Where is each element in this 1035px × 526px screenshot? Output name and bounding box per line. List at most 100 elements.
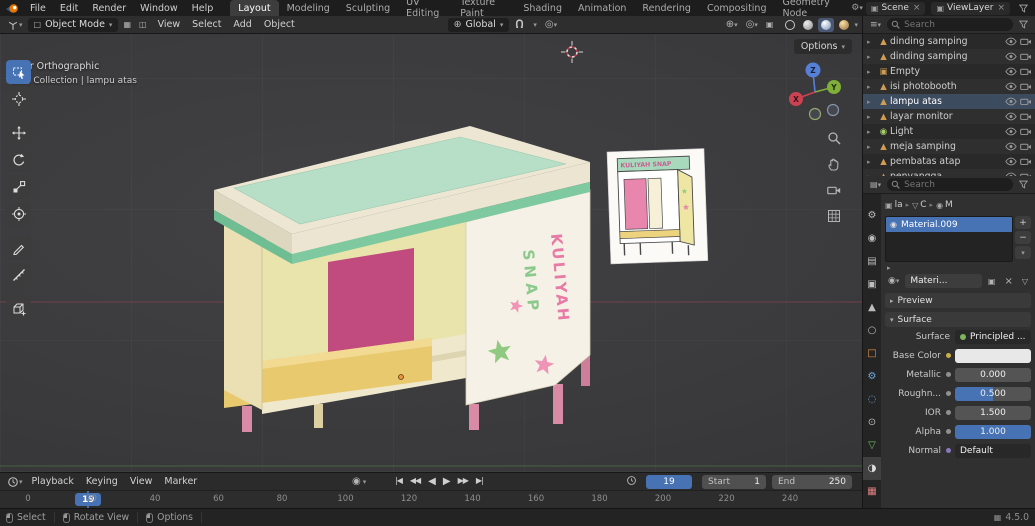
workspace-tab-geometry-node[interactable]: Geometry Node — [774, 0, 848, 19]
frame-end-field[interactable]: End 250 — [772, 475, 852, 489]
expand-arrow-icon[interactable]: ▸ — [867, 98, 877, 106]
outliner-row[interactable]: ▸ ▲ isi photobooth — [863, 79, 1035, 94]
scene-tab-icon[interactable]: ▲ — [863, 296, 881, 319]
workspace-tab-uv-editing[interactable]: UV Editing — [398, 0, 452, 19]
surface-shader-dropdown[interactable]: Principled ... — [955, 329, 1031, 344]
outliner-row[interactable]: ▸ ▲ dinding samping — [863, 34, 1035, 49]
properties-search-input[interactable] — [887, 178, 1013, 191]
shading-wireframe-icon[interactable] — [782, 18, 798, 32]
timeline-menu-marker[interactable]: Marker — [158, 476, 203, 487]
render-toggle[interactable] — [1018, 52, 1033, 61]
visibility-toggle[interactable] — [1003, 52, 1018, 61]
workspace-tab-shading[interactable]: Shading — [515, 0, 570, 16]
render-toggle[interactable] — [1018, 142, 1033, 151]
outliner-row[interactable]: ▸ ▲ penyangga — [863, 169, 1035, 176]
properties-filter-icon[interactable] — [1016, 180, 1031, 189]
timeline-menu-view[interactable]: View — [124, 476, 159, 487]
pan-hand-icon[interactable] — [825, 155, 843, 173]
workspace-tab-modeling[interactable]: Modeling — [279, 0, 338, 16]
visibility-toggle[interactable] — [1003, 157, 1018, 166]
material-slot[interactable]: ◉ Material.009 — [886, 217, 1012, 232]
texture-tab-icon[interactable]: ▦ — [863, 480, 881, 503]
visibility-toggle[interactable] — [1003, 142, 1018, 151]
expand-arrow-icon[interactable]: ▸ — [867, 83, 877, 91]
add-cube-tool[interactable] — [6, 297, 31, 321]
object-tab-icon[interactable]: □ — [863, 342, 881, 365]
visibility-toggle[interactable] — [1003, 127, 1018, 136]
render-tab-icon[interactable]: ◉ — [863, 227, 881, 250]
snap-magnet-icon[interactable] — [511, 19, 528, 30]
outliner-row[interactable]: ▸ ▲ dinding samping — [863, 49, 1035, 64]
mode-lock-icon[interactable]: ◫ — [136, 20, 150, 29]
preview-section-header[interactable]: ▸ Preview — [885, 293, 1031, 308]
outliner-row[interactable]: ▸ ▲ layar monitor — [863, 109, 1035, 124]
booth-left-pillar[interactable] — [224, 224, 262, 410]
gizmo-negative-axis[interactable] — [826, 103, 840, 117]
reference-image[interactable]: KULIYAH SNAP — [606, 148, 709, 265]
orthographic-grid-icon[interactable] — [825, 207, 843, 225]
workspace-tab-layout[interactable]: Layout — [230, 0, 279, 16]
outliner-row[interactable]: ▸ ◉ Light — [863, 124, 1035, 139]
slot-expand-arrow[interactable]: ▸ — [885, 262, 1031, 273]
gizmo-negative-axis[interactable] — [808, 107, 822, 121]
booth-leg[interactable] — [553, 384, 563, 424]
timeline-editor-icon[interactable]: ▾ — [4, 476, 26, 488]
expand-arrow-icon[interactable]: ▸ — [867, 143, 877, 151]
constraints-tab-icon[interactable]: ⊙ — [863, 411, 881, 434]
material-tab-icon[interactable]: ◑ — [863, 457, 881, 480]
remove-slot-button[interactable]: − — [1015, 231, 1031, 244]
render-toggle[interactable] — [1018, 157, 1033, 166]
render-toggle[interactable] — [1018, 127, 1033, 136]
material-filter-icon[interactable]: ▽ — [1019, 277, 1031, 286]
booth-model[interactable]: KULIYAH SNAP — [214, 126, 591, 432]
booth-leg[interactable] — [242, 406, 252, 432]
alpha-slider[interactable]: 1.000 — [955, 424, 1031, 439]
menu-edit[interactable]: Edit — [53, 3, 85, 14]
data-tab-icon[interactable]: ▽ — [863, 434, 881, 457]
cursor-tool[interactable] — [6, 87, 31, 111]
xray-toggle-icon[interactable]: ▣ — [763, 20, 777, 29]
modifier-tab-icon[interactable]: ⚙ — [863, 365, 881, 388]
viewport-menu-select[interactable]: Select — [186, 19, 227, 30]
shading-solid-icon[interactable] — [800, 18, 816, 32]
shading-rendered-icon[interactable] — [836, 18, 852, 32]
select-box-tool[interactable] — [6, 60, 31, 84]
render-toggle[interactable] — [1018, 37, 1033, 46]
outliner-row[interactable]: ▸ ▲ lampu atas — [863, 94, 1035, 109]
camera-view-icon[interactable] — [825, 181, 843, 199]
render-toggle[interactable] — [1018, 112, 1033, 121]
expand-arrow-icon[interactable]: ▸ — [867, 128, 877, 136]
outliner-editor-icon[interactable]: ≡ ▾ — [867, 20, 884, 30]
current-frame-field[interactable]: 19 — [646, 475, 692, 489]
visibility-toggle[interactable] — [1003, 67, 1018, 76]
viewport-3d[interactable]: KULIYAH SNAP KULIYAH SNAP User Orthograp… — [0, 34, 862, 472]
add-slot-button[interactable]: + — [1015, 216, 1031, 229]
annotate-tool[interactable] — [6, 236, 31, 260]
scene-unlink-icon[interactable]: × — [913, 3, 921, 13]
workspace-tab-animation[interactable]: Animation — [570, 0, 634, 16]
transform-tool[interactable] — [6, 202, 31, 226]
editor-type-icon[interactable]: ▾ — [4, 19, 26, 31]
tool-settings-icon[interactable]: ⚙▾ — [848, 3, 866, 13]
workspace-tab-texture-paint[interactable]: Texture Paint — [452, 0, 515, 19]
visibility-toggle[interactable] — [1003, 37, 1018, 46]
outliner-row[interactable]: ▸ ▣ Empty — [863, 64, 1035, 79]
render-toggle[interactable] — [1018, 67, 1033, 76]
material-name-field[interactable]: Materi... — [905, 274, 982, 288]
booth-leg[interactable] — [314, 404, 323, 428]
timeline-ruler[interactable]: 19 0 20 40 60 80 100 120 140 160 180 200 220 240 — [0, 490, 862, 509]
scale-tool[interactable] — [6, 175, 31, 199]
rotate-tool[interactable] — [6, 148, 31, 172]
snap-settings-caret[interactable]: ▾ — [530, 21, 540, 29]
menu-file[interactable]: File — [23, 3, 53, 14]
overlays-toggle-icon[interactable]: ◎ ▾ — [743, 19, 761, 30]
preview-range-icon[interactable] — [623, 475, 640, 486]
expand-arrow-icon[interactable]: ▸ — [867, 38, 877, 46]
outliner-search-input[interactable] — [887, 18, 1013, 31]
frame-start-field[interactable]: Start 1 — [702, 475, 766, 489]
expand-arrow-icon[interactable]: ▸ — [867, 68, 877, 76]
roughness-slider[interactable]: 0.500 — [955, 386, 1031, 401]
mode-dropdown[interactable]: □ Object Mode ▾ — [27, 17, 119, 32]
breadcrumb-material[interactable]: ◉ M — [936, 200, 953, 210]
booth-leg[interactable] — [469, 404, 479, 430]
